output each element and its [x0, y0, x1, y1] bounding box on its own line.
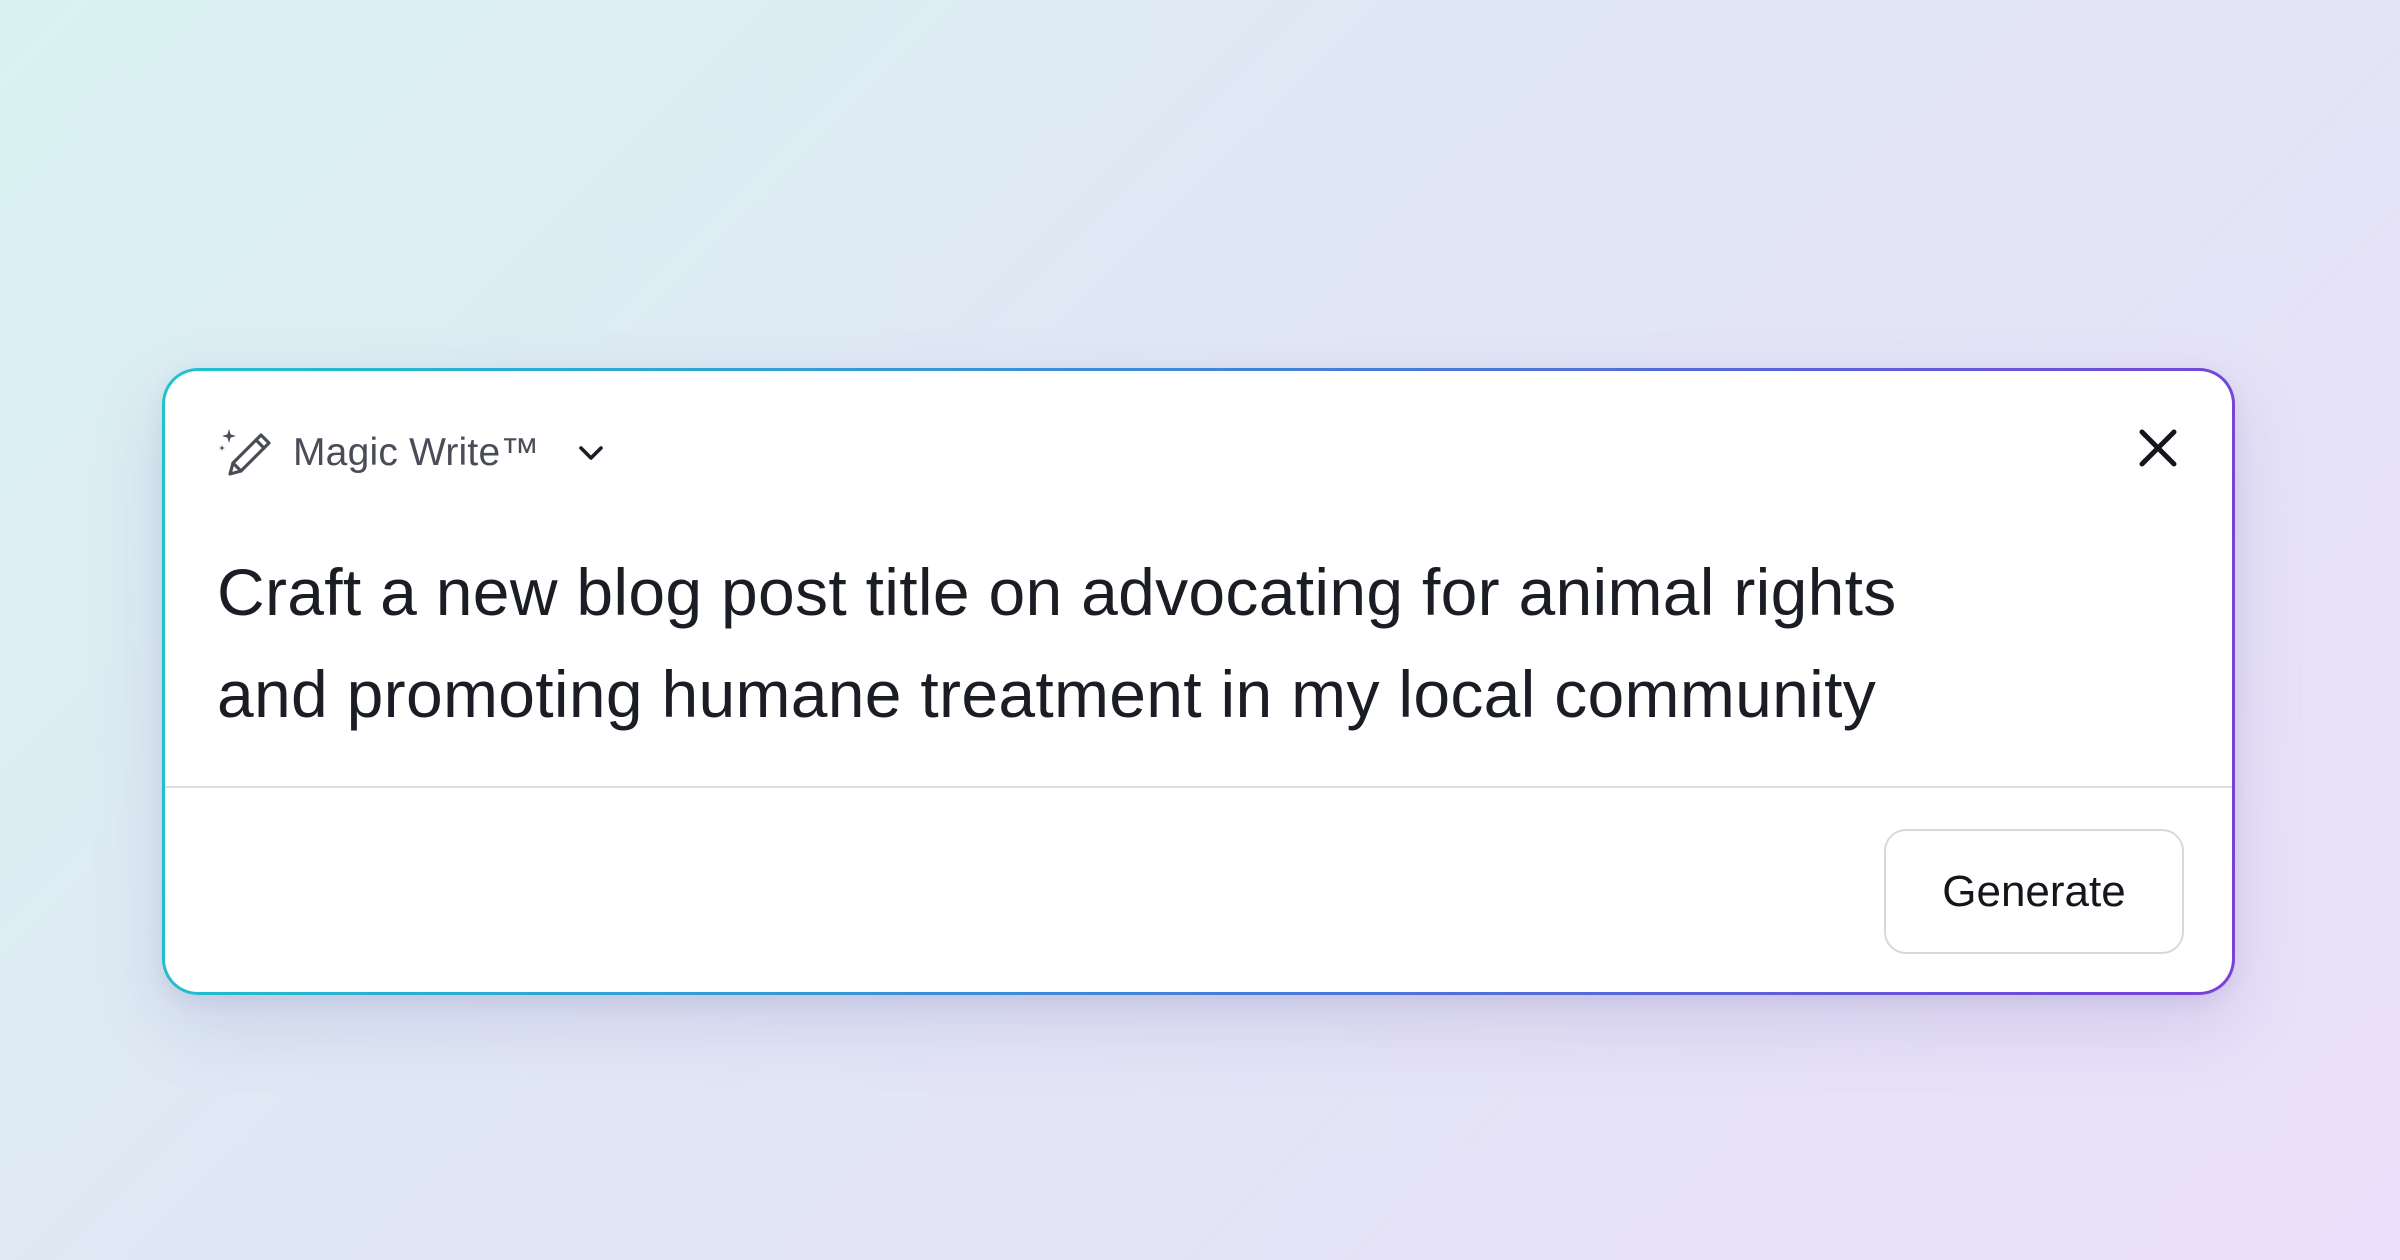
panel-header: Magic Write™ — [217, 421, 608, 485]
magic-wand-sparkle-icon — [217, 423, 277, 483]
prompt-line: Craft a new blog post title on advocatin… — [217, 555, 1897, 629]
magic-write-card: Magic Write™ Craft a new blog post title… — [165, 371, 2232, 992]
divider — [165, 786, 2232, 788]
prompt-input[interactable]: Craft a new blog post title on advocatin… — [217, 541, 2177, 745]
magic-write-panel: Magic Write™ Craft a new blog post title… — [162, 368, 2235, 995]
generate-button[interactable]: Generate — [1884, 829, 2184, 954]
chevron-down-icon[interactable] — [574, 436, 608, 470]
prompt-line: and promoting humane treatment in my loc… — [217, 657, 1877, 731]
close-button[interactable] — [2132, 424, 2184, 476]
close-icon — [2132, 422, 2184, 479]
mode-label[interactable]: Magic Write™ — [293, 431, 540, 475]
